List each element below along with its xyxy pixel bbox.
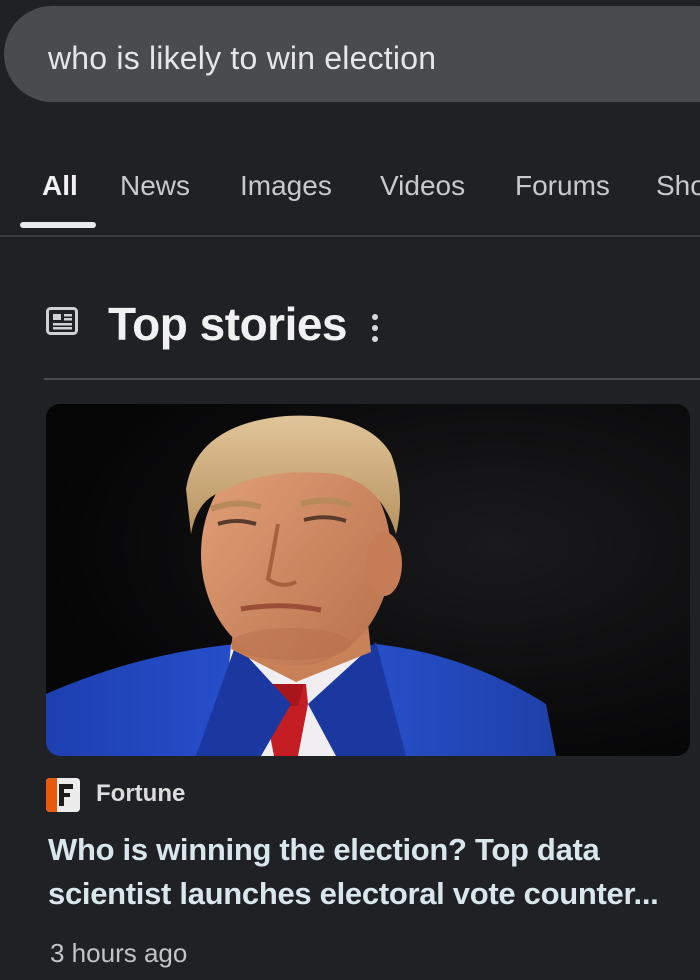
fortune-logo-icon xyxy=(46,778,80,812)
tab-all[interactable]: All xyxy=(42,170,78,202)
tab-shopping[interactable]: Sho xyxy=(656,170,700,202)
tab-videos[interactable]: Videos xyxy=(380,170,465,202)
story-headline-link[interactable]: Who is winning the election? Top data sc… xyxy=(48,828,668,916)
story-timestamp: 3 hours ago xyxy=(50,938,188,968)
source-name[interactable]: Fortune xyxy=(96,780,185,808)
newspaper-icon xyxy=(46,307,78,335)
tab-images[interactable]: Images xyxy=(240,170,332,202)
tabs-divider xyxy=(0,235,700,237)
search-bar[interactable]: who is likely to win election xyxy=(4,6,700,102)
top-stories-divider xyxy=(44,378,700,380)
top-stories-title: Top stories xyxy=(108,298,348,350)
portrait-photo xyxy=(46,404,690,756)
search-tabs: All News Images Videos Forums Sho xyxy=(0,150,700,230)
active-tab-indicator xyxy=(20,222,96,228)
google-search-results-screen: who is likely to win election All News I… xyxy=(0,0,700,980)
top-stories-header: Top stories xyxy=(0,285,700,365)
search-query-text[interactable]: who is likely to win election xyxy=(48,40,436,77)
more-vertical-icon[interactable] xyxy=(366,311,384,345)
tab-news[interactable]: News xyxy=(120,170,190,202)
tab-forums[interactable]: Forums xyxy=(515,170,610,202)
story-thumbnail-image[interactable] xyxy=(46,404,690,756)
